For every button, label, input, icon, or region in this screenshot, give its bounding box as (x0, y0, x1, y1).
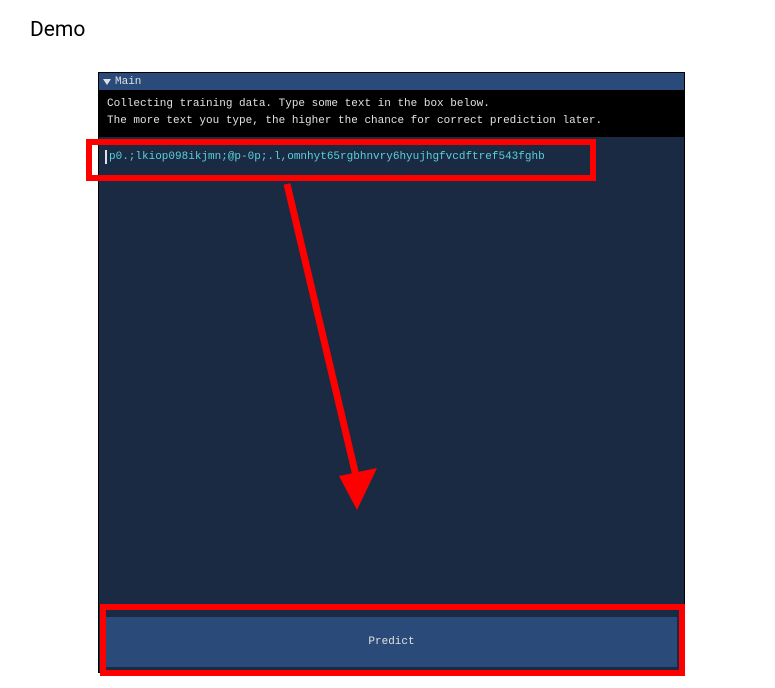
info-line-2: The more text you type, the higher the c… (107, 113, 676, 130)
page-title: Demo (0, 0, 775, 42)
info-line-1: Collecting training data. Type some text… (107, 96, 676, 113)
predict-button-label: Predict (368, 636, 414, 648)
input-text-value: p0.;lkiop098ikjmn;@p-0p;.l,omnhyt65rgbhn… (109, 151, 545, 163)
info-panel: Collecting training data. Type some text… (99, 90, 684, 137)
collapse-triangle-icon[interactable] (103, 79, 111, 85)
app-window: Main Collecting training data. Type some… (98, 72, 685, 673)
text-caret-icon (105, 150, 107, 164)
window-title-bar[interactable]: Main (99, 73, 684, 90)
window-title: Main (115, 76, 141, 88)
predict-button[interactable]: Predict (106, 617, 677, 667)
training-text-input[interactable]: p0.;lkiop098ikjmn;@p-0p;.l,omnhyt65rgbhn… (103, 148, 680, 166)
